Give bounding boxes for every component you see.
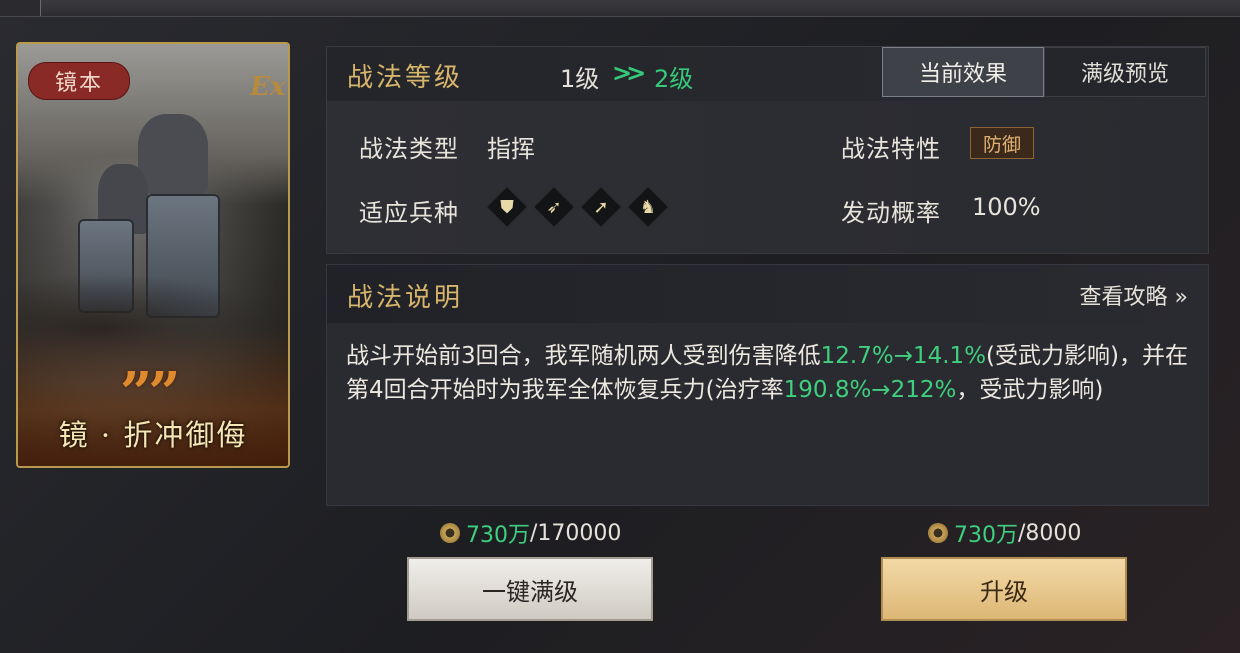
description-panel: 战法说明 查看攻略 » 战斗开始前3回合，我军随机两人受到伤害降低12.7%→1… [326, 264, 1209, 506]
view-guide-link[interactable]: 查看攻略 » [1080, 279, 1188, 311]
desc-text-1: 战斗开始前3回合，我军随机两人受到伤害降低 [346, 343, 821, 369]
desc-highlight-2: 190.8%→212% [783, 377, 957, 403]
cost-need: /170000 [530, 520, 622, 546]
cost-have: 730万 [954, 523, 1018, 548]
mirror-badge: 镜本 [28, 62, 130, 100]
description-title: 战法说明 [347, 283, 464, 313]
top-bar [0, 0, 1240, 17]
trait-label: 战法特性 [841, 135, 941, 163]
top-corner-ornament [0, 0, 41, 16]
desc-text-3: ，受武力影响) [956, 377, 1104, 403]
tactic-info-panel: 战法等级 1级 >> 2级 当前效果 满级预览 战法类型 指挥 战法特性 防御 … [326, 46, 1209, 254]
tactic-name: 镜 · 折冲御侮 [58, 418, 248, 452]
level-title: 战法等级 [347, 63, 464, 93]
probability-label: 发动概率 [841, 199, 941, 227]
units-label: 适应兵种 [359, 199, 459, 227]
trait-badge: 防御 [970, 127, 1034, 159]
upgrade-button[interactable]: 升级 [881, 557, 1127, 621]
tab-current-effect[interactable]: 当前效果 [882, 47, 1044, 97]
level-header: 战法等级 1级 >> 2级 当前效果 满级预览 [327, 47, 1208, 101]
card-soldier [138, 114, 208, 194]
spear-icon[interactable]: ➚ [581, 187, 621, 227]
horse-icon[interactable]: ♞ [628, 187, 668, 227]
level-from: 1级 [560, 65, 600, 93]
type-label: 战法类型 [359, 135, 459, 163]
probability-value: 100% [972, 193, 1041, 221]
unit-icons: ⛊ ➶ ➚ ♞ [487, 187, 668, 227]
max-level-cost: 730万/170000 [440, 517, 621, 549]
shield-icon[interactable]: ⛊ [487, 187, 527, 227]
coin-icon [440, 523, 460, 543]
tab-max-preview[interactable]: 满级预览 [1044, 47, 1206, 97]
bow-icon[interactable]: ➶ [534, 187, 574, 227]
level-arrow-icon: >> [612, 59, 646, 87]
cost-need: /8000 [1018, 520, 1082, 546]
ex-grade-icon: Ex [250, 72, 286, 102]
upgrade-cost: 730万/8000 [928, 517, 1081, 549]
cost-have: 730万 [466, 523, 530, 548]
coin-icon [928, 523, 948, 543]
tactic-card[interactable]: 镜本 Ex ”” 镜 · 折冲御侮 [16, 42, 290, 468]
description-header: 战法说明 查看攻略 » [327, 265, 1208, 323]
type-value: 指挥 [487, 135, 535, 163]
max-level-button[interactable]: 一键满级 [407, 557, 653, 621]
level-to: 2级 [654, 65, 694, 93]
desc-highlight-1: 12.7%→14.1% [820, 343, 987, 369]
description-text: 战斗开始前3回合，我军随机两人受到伤害降低12.7%→14.1%(受武力影响)，… [346, 339, 1194, 407]
